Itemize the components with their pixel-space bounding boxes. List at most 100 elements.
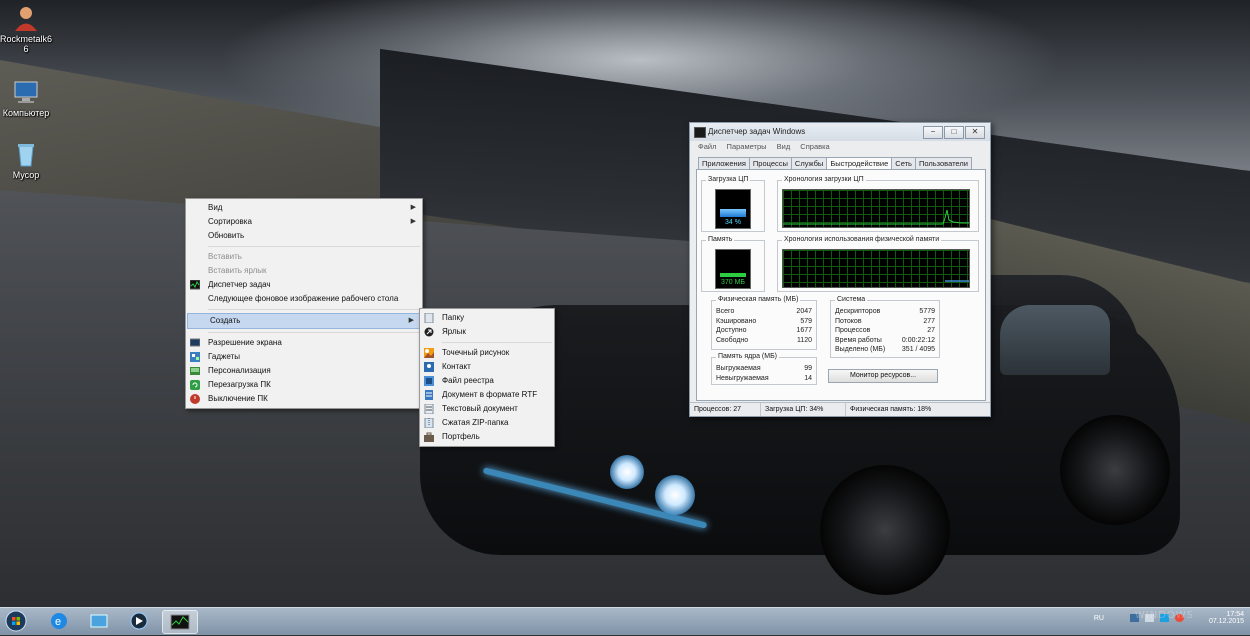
menu-item-restart[interactable]: Перезагрузка ПК [186,378,422,392]
system-group: Система Дескрипторов 5779 Потоков 277 Проц… [830,296,940,358]
language-indicator[interactable]: RU [1094,615,1104,622]
task-manager-icon [694,127,706,138]
cpu-history-label: Хронология загрузки ЦП [782,176,866,183]
minimize-button[interactable]: − [923,126,943,139]
menu-item-view[interactable]: Вид ▶ [186,201,422,215]
stat-row: Свободно 1120 [716,336,812,344]
start-button[interactable] [4,610,30,632]
system-tray: RU 17:54 07.12.2015 [1094,611,1244,625]
stat-row: Всего 2047 [716,308,812,315]
rtf-icon [424,390,434,400]
menu-bar: Файл Параметры Вид Справка [690,141,990,153]
menu-view[interactable]: Вид [777,142,791,151]
internet-explorer-icon: e [51,613,67,629]
submenu-item-briefcase[interactable]: Портфель [420,430,554,444]
menu-item-sort[interactable]: Сортировка ▶ [186,215,422,229]
tab-processes[interactable]: Процессы [748,157,792,169]
shortcut-icon [424,327,434,337]
stat-row: Невыгружаемая 14 [716,374,812,382]
menu-separator [442,342,552,343]
physical-memory-title: Физическая память (МБ) [716,296,801,303]
user-icon [12,4,40,32]
stat-row: Потоков 277 [835,317,935,325]
bitmap-icon [424,348,434,358]
svg-text:e: e [55,616,61,628]
memory-fill [720,273,746,277]
maximize-button[interactable]: □ [944,126,964,139]
menu-separator [208,309,420,310]
taskbar-media-player-button[interactable] [124,610,154,632]
desktop-icon-computer[interactable]: Компьютер [0,78,52,118]
cpu-usage-meter: 34 % [715,189,751,229]
taskbar-explorer-button[interactable] [84,610,114,632]
menu-help[interactable]: Справка [800,142,829,151]
tab-network[interactable]: Сеть [891,157,916,169]
tab-applications[interactable]: Приложения [698,157,750,169]
performance-pane: Загрузка ЦП 34 % Хронология загрузки ЦП … [696,169,986,401]
submenu-item-text-document[interactable]: Текстовый документ [420,402,554,416]
close-button[interactable]: ✕ [965,126,985,139]
briefcase-icon [424,432,434,442]
stat-row: Дескрипторов 5779 [835,308,935,315]
clock-date[interactable]: 07.12.2015 [1209,618,1244,625]
recycle-bin-icon [12,140,40,168]
task-manager-window: Диспетчер задач Windows − □ ✕ Файл Парам… [689,122,991,417]
status-cpu: Загрузка ЦП: 34% [760,403,823,416]
watermark: WINDOWS [1134,610,1194,621]
desktop-icon-label: Компьютер [2,108,50,118]
title-bar[interactable]: Диспетчер задач Windows − □ ✕ [690,123,990,141]
taskbar-ie-button[interactable]: e [44,610,74,632]
desktop-icon-recycle-bin[interactable]: Мусор [0,140,52,180]
submenu-item-bitmap[interactable]: Точечный рисунок [420,346,554,360]
taskbar: e RU 17:54 07.12.2015 [0,607,1250,635]
menu-file[interactable]: Файл [698,142,716,151]
status-processes: Процессов: 27 [694,406,742,413]
restart-icon [190,380,200,390]
physical-memory-group: Физическая память (МБ) Всего 2047 Кэширов… [711,296,817,350]
cpu-usage-group: Загрузка ЦП 34 % [701,176,765,232]
system-title: Система [835,296,868,303]
submenu-item-zip-folder[interactable]: Сжатая ZIP-папка [420,416,554,430]
menu-separator [208,246,420,247]
menu-item-paste: Вставить [208,252,242,261]
menu-item-next-background[interactable]: Следующее фоновое изображение рабочего с… [186,292,422,306]
submenu-item-contact[interactable]: Контакт [420,360,554,374]
stat-row: Время работы 0:00:22:12 [835,336,935,344]
task-manager-icon [189,279,201,290]
memory-meter: 370 МБ [715,249,751,289]
computer-icon [12,78,40,106]
menu-item-create[interactable]: Создать ▶ [187,313,421,329]
stat-row: Выгружаемая 99 [716,365,812,372]
cpu-usage-fill [720,209,746,217]
explorer-folder-icon [90,614,108,628]
menu-item-task-manager[interactable]: Диспетчер задач [186,278,422,292]
clock-time[interactable]: 17:54 [1209,611,1244,618]
tab-services[interactable]: Службы [790,157,828,169]
menu-item-gadgets[interactable]: Гаджеты [186,350,422,364]
submenu-item-registry-file[interactable]: Файл реестра [420,374,554,388]
folder-icon [424,312,434,324]
tab-users[interactable]: Пользователи [914,157,972,169]
resource-monitor-button[interactable]: Монитор ресурсов... [828,369,938,383]
desktop-icon-user[interactable]: Rockmetalk6 6 [0,4,52,54]
menu-separator [208,332,420,333]
menu-item-refresh[interactable]: Обновить [186,229,422,243]
submenu-arrow-icon: ▶ [410,204,416,211]
personalization-icon [190,366,200,376]
menu-item-screen-resolution[interactable]: Разрешение экрана [186,336,422,350]
kernel-memory-group: Память ядра (МБ) Выгружаемая 99 Невыгружа… [711,353,817,385]
menu-options[interactable]: Параметры [727,142,767,151]
desktop-context-menu: Вид ▶ Сортировка ▶ Обновить Вставить Встав… [185,198,423,409]
menu-item-shutdown[interactable]: Выключение ПК [186,392,422,406]
submenu-item-rtf-document[interactable]: Документ в формате RTF [420,388,554,402]
submenu-item-shortcut[interactable]: Ярлык [420,325,554,339]
tab-strip: Приложения Процессы Службы Быстродействие Се… [698,157,972,170]
menu-item-paste-shortcut: Вставить ярлык [208,266,267,275]
memory-history-label: Хронология использования физической памя… [782,236,942,243]
taskbar-task-manager-button[interactable] [162,610,198,634]
cpu-usage-value: 34 % [725,219,741,226]
menu-item-personalization[interactable]: Персонализация [186,364,422,378]
zip-folder-icon [424,417,434,429]
submenu-item-folder[interactable]: Папку [420,311,554,325]
desktop-icon-label: Мусор [12,170,40,180]
